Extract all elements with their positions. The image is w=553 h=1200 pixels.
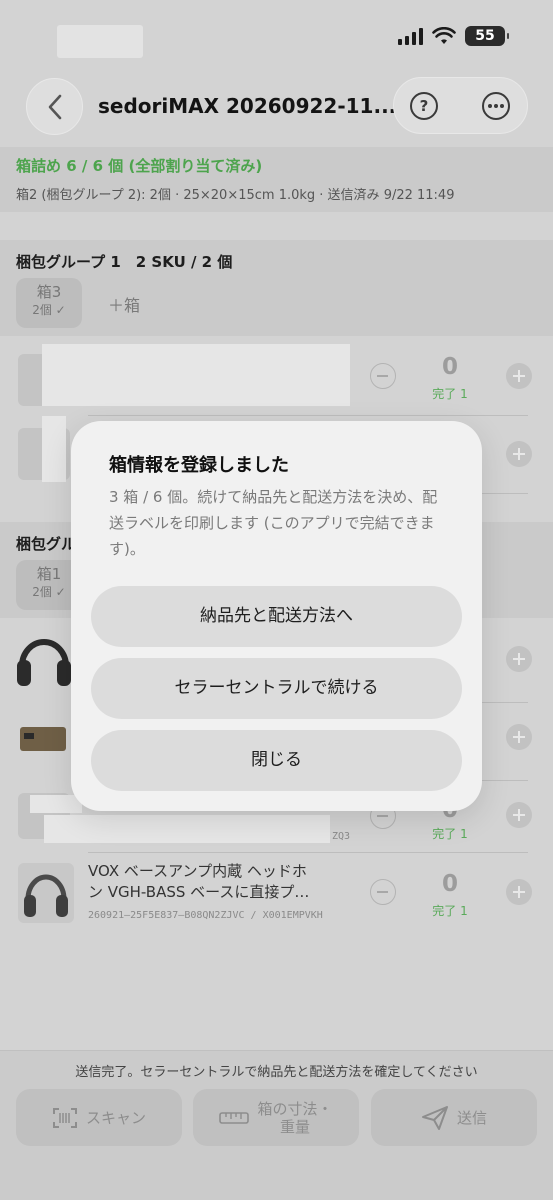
header-actions: ? xyxy=(393,77,528,134)
list-item: 0 完了 1 xyxy=(0,336,553,416)
status-time-redacted xyxy=(57,25,143,58)
dialog-message: 3 箱 / 6 個。続けて納品先と配送方法を決め、配送ラベルを印刷します (この… xyxy=(109,488,438,558)
chevron-left-icon xyxy=(48,94,61,119)
packing-group-1: 梱包グループ 1 2 SKU / 2 個 xyxy=(0,240,553,336)
box-dimensions-button[interactable]: 箱の寸法・ 重量 xyxy=(193,1089,359,1146)
product-name-line1: VOX ベースアンプ内蔵 ヘッドホ xyxy=(88,862,307,880)
send-status-text: 送信完了。セラーセントラルで納品先と配送方法を確定してください xyxy=(75,1065,478,1080)
increment-button[interactable] xyxy=(506,724,532,750)
increment-button[interactable] xyxy=(506,802,532,828)
box-detail: 箱2 (梱包グループ 2): 2個 · 25×20×15cm 1.0kg · 送… xyxy=(16,188,455,203)
redacted-product-name xyxy=(42,344,350,406)
question-mark-icon: ? xyxy=(419,97,429,115)
headphones-product-image xyxy=(17,639,71,686)
decrement-button[interactable] xyxy=(370,363,396,389)
product-name-line2: ン VGH-BASS ベースに直接プ… xyxy=(88,883,310,901)
continue-seller-central-button[interactable]: セラーセントラルで続ける xyxy=(91,658,462,719)
confirmation-dialog: 箱情報を登録しました 3 箱 / 6 個。続けて納品先と配送方法を決め、配送ラベ… xyxy=(71,421,482,811)
shipping-destination-button[interactable]: 納品先と配送方法へ xyxy=(91,586,462,647)
more-dots-icon xyxy=(488,104,504,108)
app-screen: 55 sedoriMAX 20260922-11... ? 箱詰め 6 / 6 … xyxy=(0,0,553,1200)
redacted-product-image xyxy=(30,795,82,813)
packing-status: 箱詰め 6 / 6 個 (全部割り当て済み) xyxy=(16,157,263,175)
scan-button[interactable]: スキャン xyxy=(16,1089,182,1146)
increment-button[interactable] xyxy=(506,363,532,389)
cellular-signal-icon xyxy=(398,27,423,45)
dims-label-line1: 箱の寸法・ xyxy=(257,1099,333,1118)
product-sku: 260921–25F5E837–B08QN2ZJVC / X001EMPVKH xyxy=(88,910,323,921)
box-chip-label: 箱3 xyxy=(36,283,62,301)
increment-button[interactable] xyxy=(506,646,532,672)
send-label: 送信 xyxy=(456,1109,487,1127)
increment-button[interactable] xyxy=(506,441,532,467)
wifi-icon xyxy=(432,27,456,44)
box-chip-3[interactable]: 箱3 2個 ✓ xyxy=(16,278,82,328)
battery-icon: 55 xyxy=(465,26,509,46)
barcode-scan-icon xyxy=(52,1107,77,1128)
box-chip-label: 箱1 xyxy=(36,565,62,583)
scan-label: スキャン xyxy=(85,1109,146,1127)
dims-label-line2: 重量 xyxy=(279,1117,310,1136)
done-count: 完了 1 xyxy=(432,904,468,918)
paper-plane-icon xyxy=(421,1105,448,1130)
status-bar: 55 xyxy=(0,0,553,70)
ruler-icon xyxy=(219,1111,250,1124)
help-button[interactable]: ? xyxy=(410,92,438,120)
quantity-value: 0 xyxy=(441,871,458,897)
list-item: VOX ベースアンプ内蔵 ヘッドホ ン VGH-BASS ベースに直接プ… 26… xyxy=(0,853,553,933)
redacted-product-name xyxy=(44,815,330,843)
headphones-product-image xyxy=(24,874,68,917)
packing-summary: 箱詰め 6 / 6 個 (全部割り当て済み) 箱2 (梱包グループ 2): 2個… xyxy=(0,147,553,212)
bottom-toolbar: 送信完了。セラーセントラルで納品先と配送方法を確定してください スキャン 箱の寸… xyxy=(0,1050,553,1200)
page-title: sedoriMAX 20260922-11... xyxy=(98,94,397,118)
group-title: 梱包グループ 1 2 SKU / 2 個 xyxy=(16,253,233,271)
device-product-image xyxy=(20,727,66,751)
done-count: 完了 1 xyxy=(432,387,468,401)
dialog-title: 箱情報を登録しました xyxy=(109,455,289,476)
product-thumbnail xyxy=(18,863,74,923)
done-count: 完了 1 xyxy=(432,827,468,841)
increment-button[interactable] xyxy=(506,879,532,905)
quantity-value: 0 xyxy=(441,354,458,380)
send-button[interactable]: 送信 xyxy=(371,1089,537,1146)
decrement-button[interactable] xyxy=(370,879,396,905)
back-button[interactable] xyxy=(26,78,83,135)
more-button[interactable] xyxy=(482,92,510,120)
product-sku: ZQ3 xyxy=(332,831,351,842)
box-chip-count: 2個 ✓ xyxy=(32,303,66,317)
add-box-button[interactable]: ＋箱 xyxy=(108,292,140,316)
close-button[interactable]: 閉じる xyxy=(91,730,462,791)
redacted-product-name xyxy=(42,416,66,482)
